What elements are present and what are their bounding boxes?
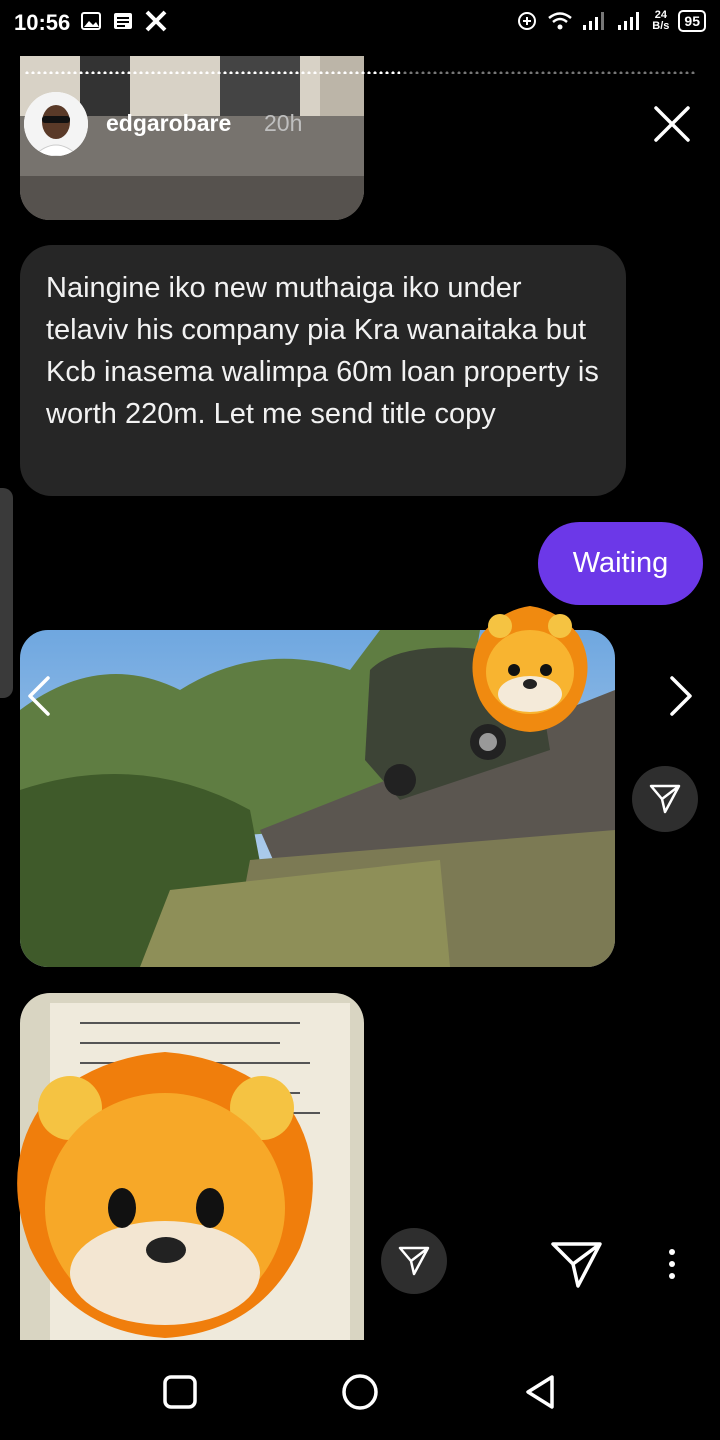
gallery-icon [81, 12, 101, 30]
outgoing-message-text: Waiting [572, 547, 669, 579]
battery-indicator: 95 [678, 10, 706, 32]
username[interactable]: edgarobare [106, 110, 231, 137]
share-image-button-2[interactable] [381, 1228, 447, 1294]
chevron-right-icon [670, 676, 692, 716]
recents-square-icon [163, 1375, 197, 1409]
story-progress-bar [24, 71, 696, 75]
avatar[interactable] [24, 92, 88, 156]
more-options-button[interactable] [660, 1244, 684, 1284]
home-button[interactable] [340, 1372, 380, 1412]
news-icon [114, 13, 132, 29]
status-time: 10:56 [14, 10, 71, 35]
data-saver-icon [518, 12, 537, 30]
wifi-icon [548, 12, 573, 30]
back-triangle-icon [526, 1375, 554, 1409]
status-bar: 10:56 24 B/s 95 [0, 0, 720, 50]
send-icon [551, 1242, 602, 1288]
x-app-icon [145, 10, 167, 32]
next-story-button[interactable] [660, 672, 700, 720]
story-timestamp: 20h [264, 110, 303, 136]
edge-panel-handle[interactable] [0, 488, 13, 698]
incoming-message: Naingine iko new muthaiga iko under tela… [20, 245, 626, 496]
system-nav-bar [0, 1340, 720, 1440]
home-circle-icon [342, 1374, 378, 1410]
more-vertical-icon [669, 1249, 675, 1279]
share-image-button[interactable] [632, 766, 698, 832]
outgoing-message: Waiting [538, 522, 703, 605]
signal-icon [583, 12, 605, 30]
send-icon [398, 1246, 430, 1276]
send-icon [649, 784, 681, 814]
previous-story-button[interactable] [20, 672, 60, 720]
chevron-left-icon [28, 676, 50, 716]
signal-icon [618, 12, 640, 30]
close-icon [654, 106, 690, 142]
network-speed: 24 B/s [652, 9, 670, 32]
close-button[interactable] [648, 100, 696, 148]
lion-sticker[interactable] [468, 604, 592, 739]
send-story-button[interactable] [550, 1240, 604, 1290]
back-button[interactable] [520, 1372, 560, 1412]
recents-button[interactable] [160, 1372, 200, 1412]
lion-sticker-large[interactable] [0, 1048, 330, 1345]
